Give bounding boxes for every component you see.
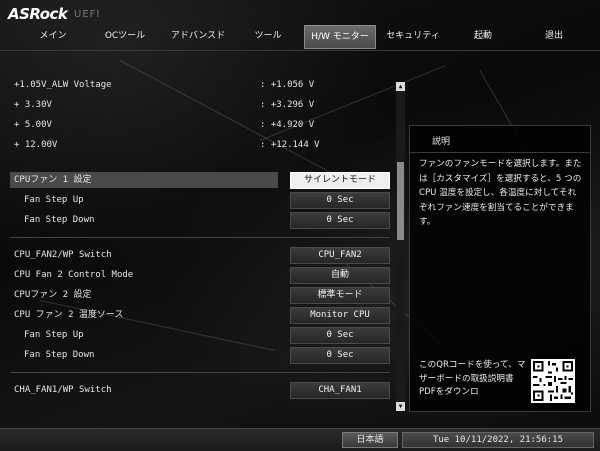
voltage-row: +1.05V_ALW Voltage : +1.056 V xyxy=(10,77,390,93)
section-divider xyxy=(10,372,390,373)
tab-advanced[interactable]: アドバンスド xyxy=(162,25,234,47)
datetime-display: Tue 10/11/2022, 21:56:15 xyxy=(402,432,594,448)
tab-oc-tweaker[interactable]: OCツール xyxy=(96,25,154,47)
voltage-label: + 12.00V xyxy=(14,140,58,150)
header-divider xyxy=(0,50,600,51)
voltage-row: + 5.00V : +4.920 V xyxy=(10,117,390,133)
setting-row-cpu-fan1-setting[interactable]: CPUファン 1 設定 xyxy=(10,172,278,188)
description-header: 説明 xyxy=(410,126,590,153)
voltage-value: : +3.296 V xyxy=(260,100,315,110)
scrollbar[interactable] xyxy=(396,82,405,410)
uefi-label: UEFI xyxy=(74,9,101,20)
tab-main[interactable]: メイン xyxy=(26,25,80,47)
voltage-row: + 3.30V : +3.296 V xyxy=(10,97,390,113)
down-arrow-icon[interactable]: ▼ xyxy=(396,402,405,411)
voltage-label: + 5.00V xyxy=(14,120,52,130)
setting-label: CHA_FAN1/WP Switch xyxy=(14,385,112,395)
up-arrow-icon[interactable]: ▲ xyxy=(396,82,405,91)
cha-fan1-wp-switch-button[interactable]: CHA_FAN1 xyxy=(290,382,390,399)
setting-label: Fan Step Up xyxy=(24,195,84,205)
tab-security[interactable]: セキュリティ xyxy=(382,25,444,47)
cpu-fan2-mode-button[interactable]: 標準モード xyxy=(290,287,390,304)
voltage-label: +1.05V_ALW Voltage xyxy=(14,80,112,90)
setting-label: CPU ファン 2 温度ソース xyxy=(14,310,124,320)
fan1-step-down-button[interactable]: 0 Sec xyxy=(290,212,390,229)
setting-label: Fan Step Up xyxy=(24,330,84,340)
setting-label: CPUファン 1 設定 xyxy=(14,175,92,185)
tab-exit[interactable]: 退出 xyxy=(526,25,582,47)
tab-hw-monitor[interactable]: H/W モニター xyxy=(304,25,376,49)
asrock-logo: ASRock xyxy=(8,5,68,23)
cpu-fan2-temp-source-button[interactable]: Monitor CPU xyxy=(290,307,390,324)
voltage-value: : +4.920 V xyxy=(260,120,315,130)
menu-bar: メイン OCツール アドバンスド ツール H/W モニター セキュリティ 起動 … xyxy=(0,25,600,49)
description-panel: 説明 ファンのファンモードを選択します。または［カスタマイズ］を選択すると、5 … xyxy=(409,125,591,412)
voltage-value: : +1.056 V xyxy=(260,80,315,90)
fan1-step-up-button[interactable]: 0 Sec xyxy=(290,192,390,209)
section-divider xyxy=(10,237,390,238)
tab-boot[interactable]: 起動 xyxy=(458,25,508,47)
voltage-label: + 3.30V xyxy=(14,100,52,110)
setting-label: Fan Step Down xyxy=(24,350,95,360)
setting-label: Fan Step Down xyxy=(24,215,95,225)
setting-label: CPU_FAN2/WP Switch xyxy=(14,250,112,260)
setting-label: CPU Fan 2 Control Mode xyxy=(14,270,134,280)
cpu-fan1-mode-button[interactable]: サイレントモード xyxy=(290,172,390,189)
language-button[interactable]: 日本語 xyxy=(342,432,398,448)
description-text: ファンのファンモードを選択します。または［カスタマイズ］を選択すると、5 つの … xyxy=(419,159,582,227)
voltage-value: : +12.144 V xyxy=(260,140,320,150)
description-title: 説明 xyxy=(432,137,451,147)
qr-description: このQRコードを使って、マザーボードの取扱説明書PDFをダウンロ xyxy=(419,360,526,397)
setting-label: CPUファン 2 設定 xyxy=(14,290,92,300)
scrollbar-thumb[interactable] xyxy=(397,162,404,240)
voltage-row: + 12.00V : +12.144 V xyxy=(10,137,390,153)
tab-tool[interactable]: ツール xyxy=(244,25,292,47)
cpu-fan2-wp-switch-button[interactable]: CPU_FAN2 xyxy=(290,247,390,264)
fan2-step-up-button[interactable]: 0 Sec xyxy=(290,327,390,344)
fan2-step-down-button[interactable]: 0 Sec xyxy=(290,347,390,364)
cpu-fan2-control-mode-button[interactable]: 自動 xyxy=(290,267,390,284)
qr-code-icon xyxy=(531,359,575,403)
